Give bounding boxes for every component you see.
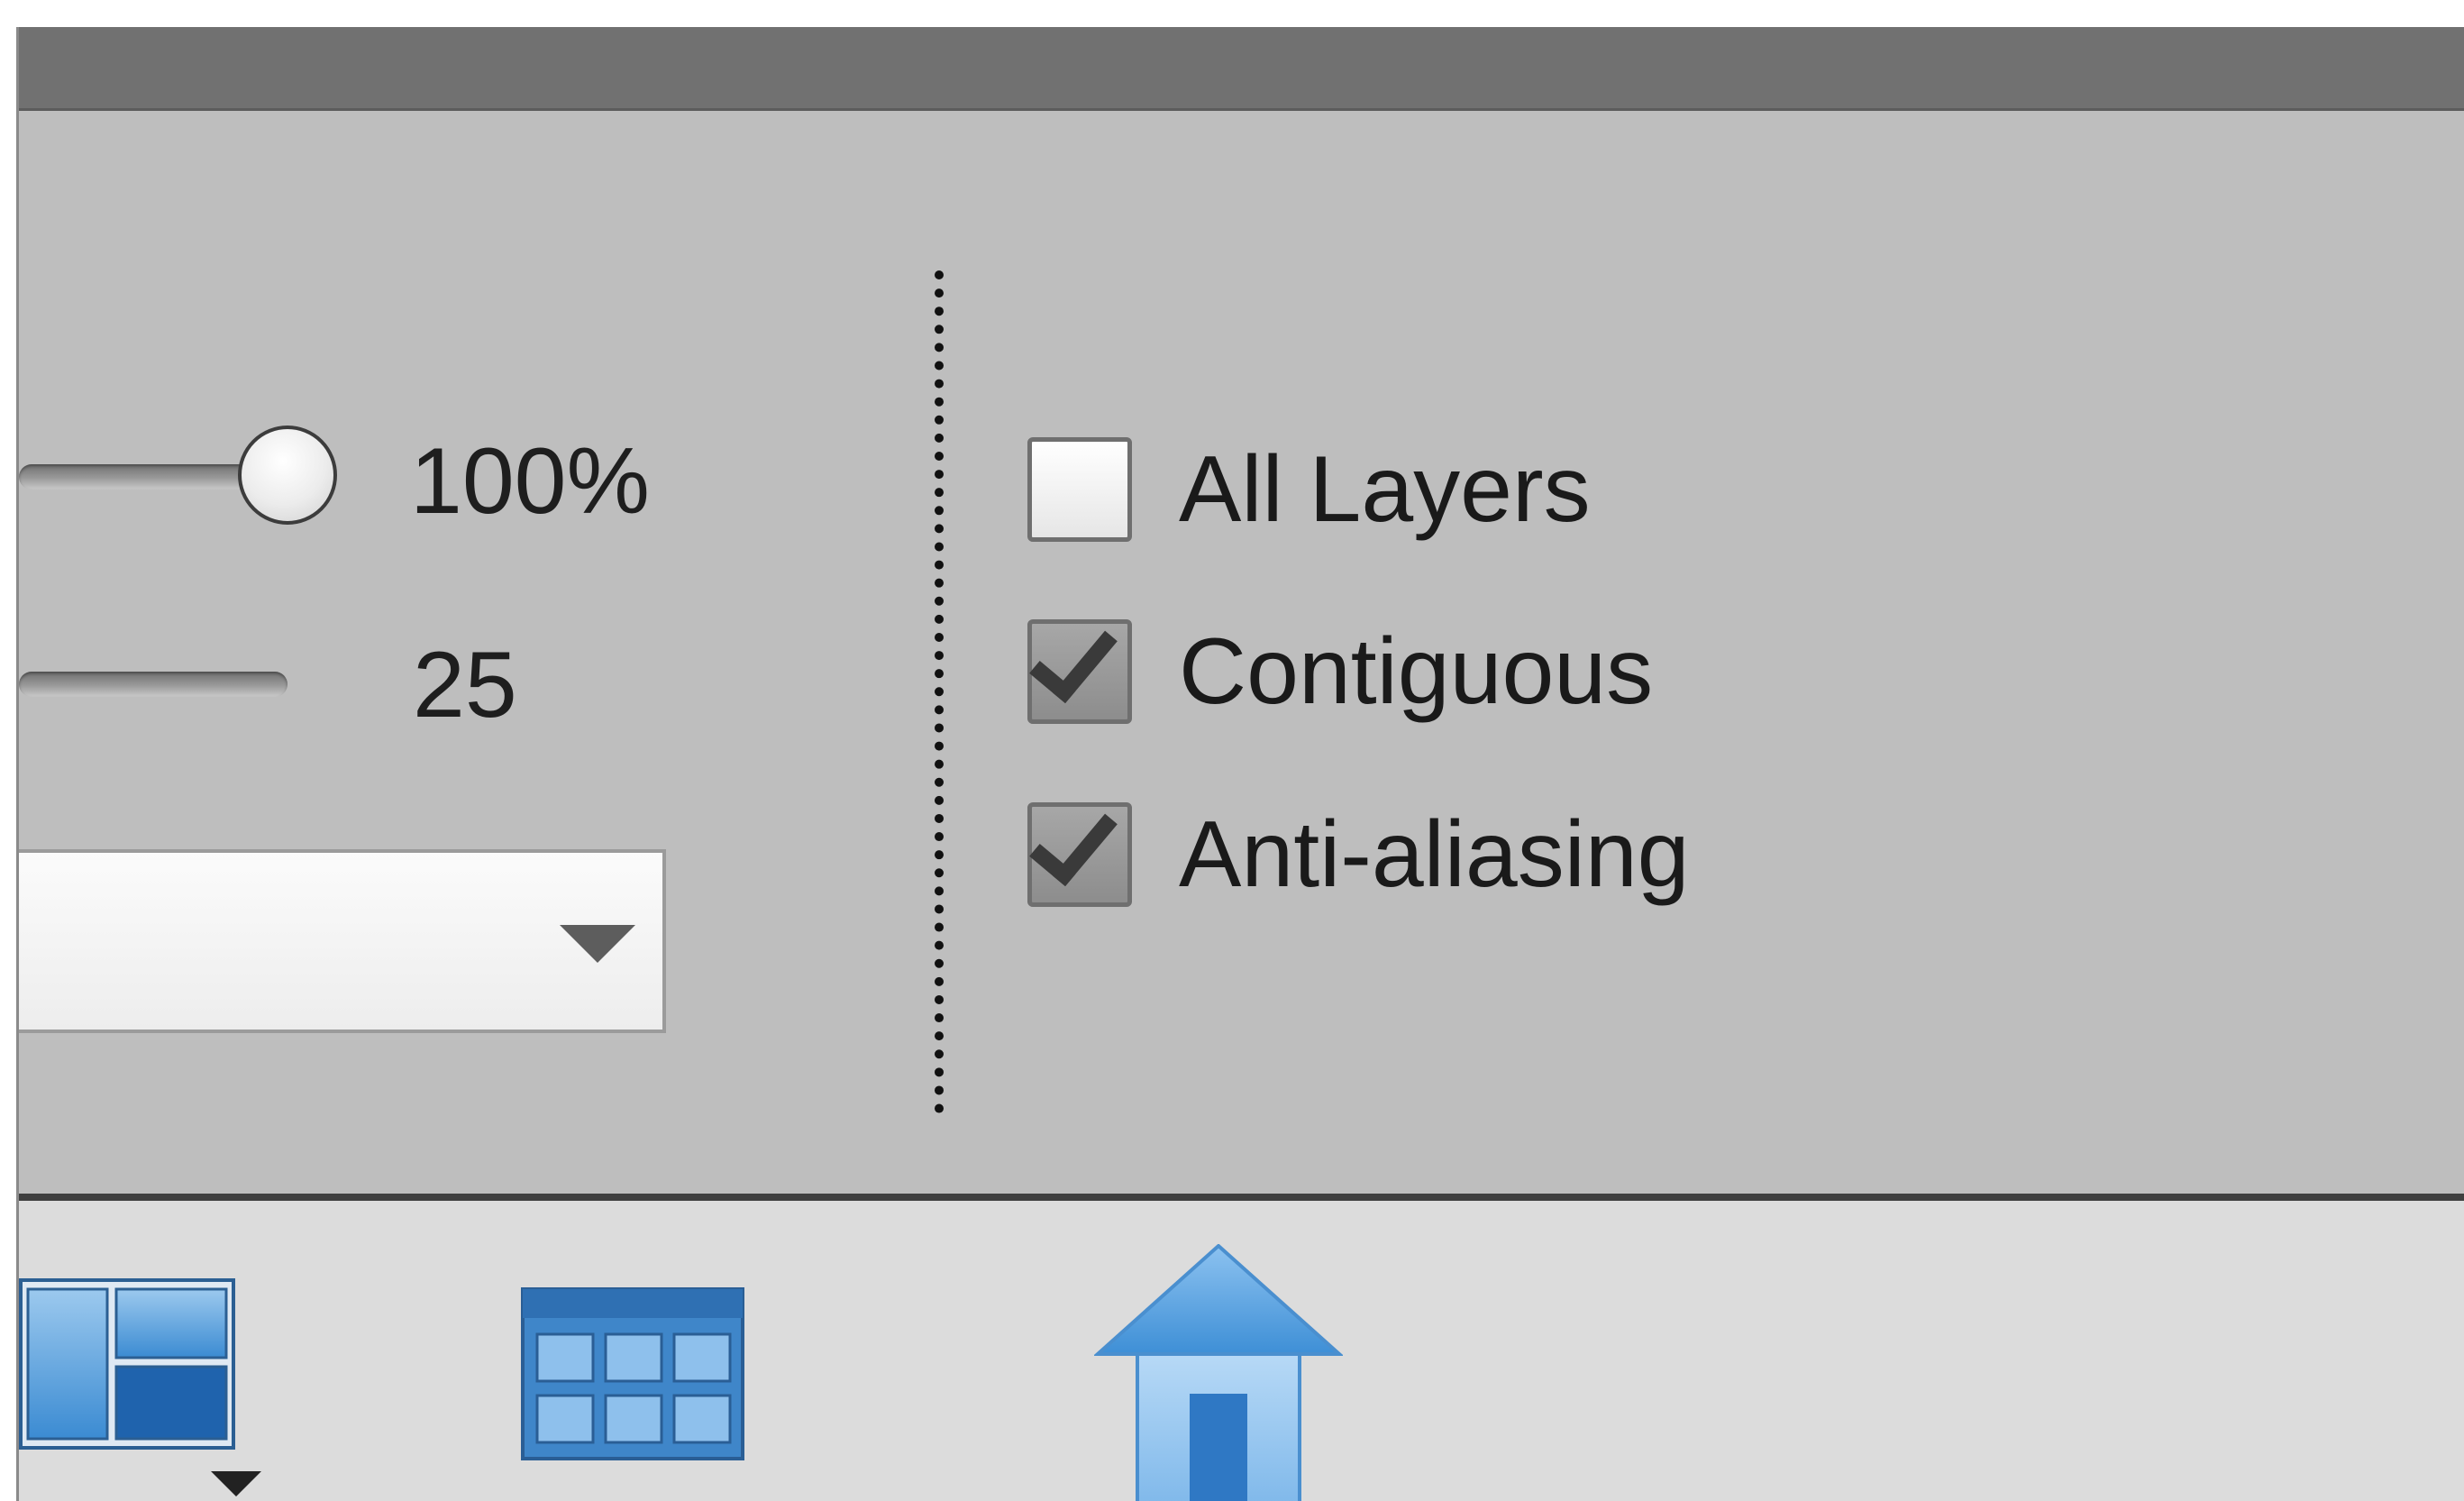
anti-aliasing-checkbox[interactable] [1027,793,1132,907]
title-bar [19,27,2464,111]
all-layers-option[interactable]: All Layers [1027,435,1591,544]
opacity-value: 100% [410,429,650,534]
anti-aliasing-label: Anti-aliasing [1179,802,1690,907]
mode-dropdown[interactable] [19,849,666,1033]
checkmark-icon [1029,610,1118,704]
checkmark-icon [1029,793,1118,887]
panel-divider [19,1194,2464,1201]
contiguous-option[interactable]: Contiguous [1027,610,1654,726]
section-divider [935,270,944,1113]
left-edge [0,27,16,1501]
layout-dropdown-arrow-icon[interactable] [211,1471,261,1496]
contiguous-label: Contiguous [1179,619,1654,724]
contiguous-checkbox[interactable] [1027,610,1132,724]
opacity-slider-knob[interactable] [238,426,337,525]
layout-icon[interactable] [19,1278,235,1450]
anti-aliasing-option[interactable]: Anti-aliasing [1027,793,1690,909]
tolerance-slider-track[interactable] [19,672,287,697]
home-icon[interactable] [1094,1244,1343,1501]
app-window: 100% 25 All Layers Contiguous Anti-alias… [0,0,2464,1501]
all-layers-label: All Layers [1179,437,1591,542]
chevron-down-icon [560,925,635,963]
grid-view-icon[interactable] [521,1287,744,1460]
top-strip [0,0,2464,27]
tolerance-value: 25 [413,633,517,737]
all-layers-checkbox[interactable] [1027,437,1132,542]
